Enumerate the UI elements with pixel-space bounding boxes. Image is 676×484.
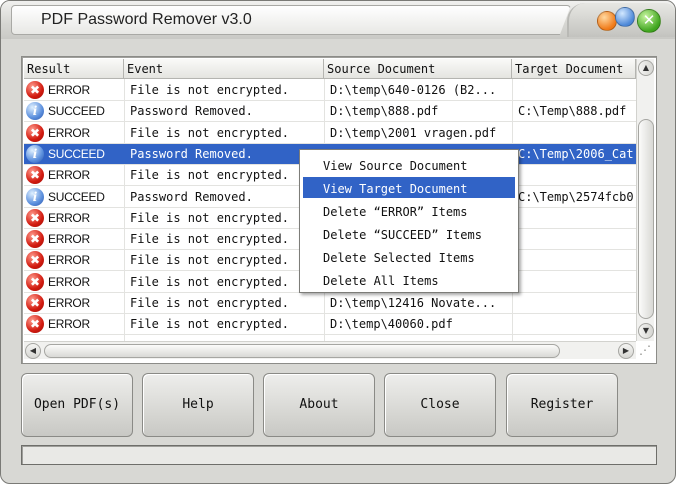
info-icon: i bbox=[26, 144, 44, 163]
info-icon: i bbox=[26, 102, 44, 121]
help-button[interactable]: Help bbox=[142, 373, 254, 437]
event-cell: File is not encrypted. bbox=[130, 274, 289, 289]
table-row[interactable]: ✖ ERROR File is not encrypted. D:\temp\4006… bbox=[24, 314, 636, 336]
error-icon: ✖ bbox=[26, 315, 44, 334]
column-header-target[interactable]: Target Document bbox=[512, 59, 636, 79]
event-cell: Password Removed. bbox=[130, 189, 253, 204]
vertical-scroll-thumb[interactable] bbox=[638, 119, 654, 319]
event-cell: File is not encrypted. bbox=[130, 296, 289, 310]
error-icon: ✖ bbox=[26, 272, 44, 291]
target-cell: C:\Temp\2006_Cat bbox=[518, 146, 634, 161]
menu-item-delete-selected[interactable]: Delete Selected Items bbox=[303, 246, 515, 267]
scroll-right-icon[interactable]: ▶ bbox=[618, 343, 634, 359]
source-cell: D:\temp\888.pdf bbox=[330, 104, 439, 119]
context-menu: View Source Document View Target Documen… bbox=[299, 149, 519, 293]
resize-grip-icon[interactable]: ⋰ bbox=[636, 341, 654, 359]
event-cell: Password Removed. bbox=[130, 104, 253, 119]
column-header-source[interactable]: Source Document bbox=[324, 59, 512, 79]
result-cell: ERROR bbox=[48, 168, 90, 183]
source-cell: D:\temp\640-0126 (B2... bbox=[330, 83, 497, 97]
target-cell: C:\Temp\2574fcb0 bbox=[518, 189, 634, 204]
result-cell: ERROR bbox=[48, 125, 90, 140]
column-header-result[interactable]: Result bbox=[24, 59, 124, 79]
source-cell: D:\temp\2001 vragen.pdf bbox=[330, 125, 497, 140]
vertical-scrollbar[interactable]: ▲ ▼ bbox=[636, 59, 654, 341]
horizontal-scroll-thumb[interactable] bbox=[44, 344, 560, 358]
scroll-up-icon[interactable]: ▲ bbox=[638, 60, 654, 76]
result-cell: ERROR bbox=[48, 210, 90, 225]
error-icon: ✖ bbox=[26, 251, 44, 270]
event-cell: File is not encrypted. bbox=[130, 232, 289, 247]
target-cell: C:\Temp\888.pdf bbox=[518, 104, 627, 119]
result-cell: ERROR bbox=[48, 274, 90, 289]
scroll-down-icon[interactable]: ▼ bbox=[638, 323, 654, 339]
table-row[interactable]: ✖ ERROR File is not encrypted. D:\temp\640-… bbox=[24, 80, 636, 101]
result-cell: ERROR bbox=[48, 253, 90, 268]
result-cell: ERROR bbox=[48, 296, 90, 310]
close-button[interactable]: Close bbox=[384, 373, 496, 437]
event-cell: File is not encrypted. bbox=[130, 210, 289, 225]
result-cell: SUCCEED bbox=[48, 146, 105, 161]
event-cell: File is not encrypted. bbox=[130, 168, 289, 183]
error-icon: ✖ bbox=[26, 208, 44, 227]
maximize-button[interactable] bbox=[615, 7, 635, 27]
event-cell: File is not encrypted. bbox=[130, 317, 289, 332]
scroll-left-icon[interactable]: ◀ bbox=[25, 343, 41, 359]
result-cell: SUCCEED bbox=[48, 189, 105, 204]
menu-item-delete-succeed[interactable]: Delete “SUCCEED” Items bbox=[303, 223, 515, 244]
error-icon: ✖ bbox=[26, 81, 44, 99]
status-bar bbox=[21, 445, 657, 465]
column-header-event[interactable]: Event bbox=[124, 59, 324, 79]
event-cell: File is not encrypted. bbox=[130, 125, 289, 140]
source-cell: D:\temp\40060.pdf bbox=[330, 317, 453, 332]
event-cell: Password Removed. bbox=[130, 146, 253, 161]
close-window-button[interactable]: ✕ bbox=[637, 9, 661, 33]
error-icon: ✖ bbox=[26, 294, 44, 312]
result-cell: ERROR bbox=[48, 83, 90, 97]
register-button[interactable]: Register bbox=[506, 373, 618, 437]
source-cell: D:\temp\12416 Novate... bbox=[330, 296, 497, 310]
horizontal-scrollbar[interactable]: ◀ ▶ bbox=[24, 341, 636, 359]
open-pdf-button[interactable]: Open PDF(s) bbox=[21, 373, 133, 437]
info-icon: i bbox=[26, 187, 44, 206]
title-bar[interactable]: PDF Password Remover v3.0 ✕ bbox=[1, 1, 675, 39]
menu-item-delete-all[interactable]: Delete All Items bbox=[303, 269, 515, 290]
app-window: PDF Password Remover v3.0 ✕ Result Event… bbox=[0, 0, 676, 484]
about-button[interactable]: About bbox=[263, 373, 375, 437]
table-row[interactable]: ✖ ERROR File is not encrypted. D:\temp\2001… bbox=[24, 123, 636, 144]
close-icon: ✕ bbox=[642, 11, 656, 29]
event-cell: File is not encrypted. bbox=[130, 83, 289, 97]
result-cell: SUCCEED bbox=[48, 104, 105, 119]
result-cell: ERROR bbox=[48, 232, 90, 247]
error-icon: ✖ bbox=[26, 230, 44, 249]
event-cell: File is not encrypted. bbox=[130, 253, 289, 268]
table-row[interactable]: i SUCCEED Password Removed. D:\temp\888.pdf… bbox=[24, 101, 636, 123]
menu-item-delete-error[interactable]: Delete “ERROR” Items bbox=[303, 200, 515, 221]
window-title: PDF Password Remover v3.0 bbox=[41, 11, 252, 28]
result-cell: ERROR bbox=[48, 317, 90, 332]
menu-item-view-target[interactable]: View Target Document bbox=[303, 177, 515, 198]
table-row[interactable]: ✖ ERROR File is not encrypted. D:\temp\1241… bbox=[24, 293, 636, 314]
menu-item-view-source[interactable]: View Source Document bbox=[303, 154, 515, 175]
minimize-button[interactable] bbox=[597, 11, 617, 31]
error-icon: ✖ bbox=[26, 166, 44, 185]
error-icon: ✖ bbox=[26, 123, 44, 142]
